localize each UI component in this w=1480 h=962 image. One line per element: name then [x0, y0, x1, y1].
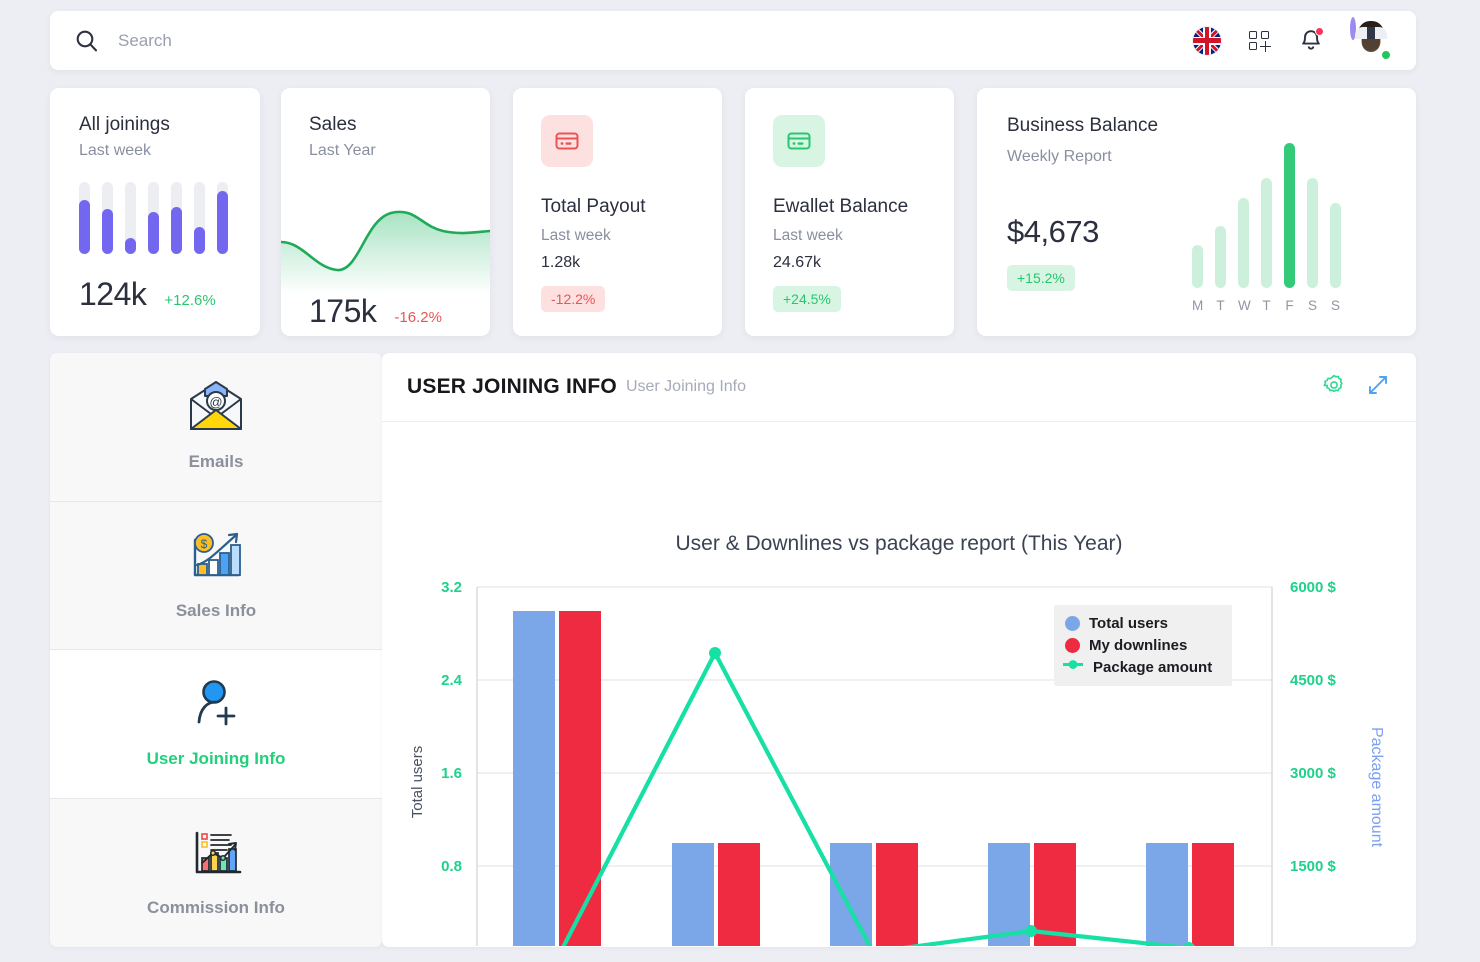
- joinings-bar-chart: [79, 182, 260, 254]
- gear-icon[interactable]: [1323, 374, 1345, 401]
- search-input[interactable]: [118, 31, 1193, 51]
- notification-badge: [1315, 27, 1324, 36]
- svg-text:1500 $: 1500 $: [1290, 858, 1337, 875]
- day-label: S: [1307, 298, 1318, 313]
- card-value: 124k: [79, 276, 146, 313]
- svg-text:Total users: Total users: [409, 746, 426, 819]
- day-label: W: [1238, 298, 1249, 313]
- panel-subtitle: User Joining Info: [626, 378, 746, 396]
- card-subtitle: Last Year: [309, 142, 490, 160]
- user-downlines-package-chart: 3.2 2.4 1.6 0.8 0 6000 $ 4500 $ 3000 $ 1…: [382, 422, 1416, 946]
- sidebar-item-label: User Joining Info: [147, 749, 286, 769]
- card-subtitle: Last week: [541, 227, 722, 245]
- svg-text:6000 $: 6000 $: [1290, 579, 1337, 596]
- svg-text:2.4: 2.4: [441, 672, 463, 689]
- card-all-joinings[interactable]: All joinings Last week 124k +12.6%: [50, 88, 260, 336]
- email-envelope-icon: @: [185, 381, 247, 438]
- sidebar-item-sales-info[interactable]: $ Sales Info: [50, 502, 382, 651]
- chart-area: User & Downlines vs package report (This…: [382, 422, 1416, 946]
- legend-marker-circle: [1065, 638, 1080, 653]
- card-delta: -12.2%: [541, 286, 605, 312]
- day-label: S: [1330, 298, 1341, 313]
- uk-flag-icon[interactable]: [1193, 27, 1221, 55]
- legend-item-total-users[interactable]: Total users: [1063, 612, 1223, 634]
- svg-text:0.8: 0.8: [441, 858, 462, 875]
- stat-cards-row: All joinings Last week 124k +12.6% Sales…: [50, 88, 1416, 336]
- business-weekly-bar-chart: M T W T F S S: [1192, 128, 1382, 313]
- svg-text:1.6: 1.6: [441, 765, 462, 782]
- legend-item-my-downlines[interactable]: My downlines: [1063, 634, 1223, 656]
- card-delta: -16.2%: [394, 309, 442, 326]
- avatar[interactable]: [1350, 20, 1392, 62]
- day-label: M: [1192, 298, 1203, 313]
- card-value: 175k: [309, 293, 376, 330]
- card-business-balance[interactable]: Business Balance Weekly Report $4,673 +1…: [977, 88, 1416, 336]
- svg-text:4500 $: 4500 $: [1290, 672, 1337, 689]
- chart-title: User & Downlines vs package report (This…: [382, 532, 1416, 556]
- svg-text:@: @: [209, 395, 222, 410]
- weekday-labels: M T W T F S S: [1192, 298, 1382, 313]
- panel-header: USER JOINING INFO User Joining Info: [382, 353, 1416, 422]
- card-delta: +15.2%: [1007, 265, 1075, 291]
- svg-text:3000 $: 3000 $: [1290, 765, 1337, 782]
- add-user-icon: [187, 678, 245, 735]
- apps-add-icon[interactable]: [1248, 29, 1272, 53]
- day-label: F: [1284, 298, 1295, 313]
- info-sidebar: @ Emails $: [50, 353, 382, 947]
- day-label: T: [1215, 298, 1226, 313]
- legend-marker-line: [1062, 657, 1084, 677]
- legend-label: Package amount: [1093, 659, 1212, 676]
- sidebar-item-emails[interactable]: @ Emails: [50, 353, 382, 502]
- online-status-dot: [1380, 49, 1392, 61]
- card-title: Sales: [309, 114, 490, 136]
- day-label: T: [1261, 298, 1272, 313]
- svg-text:$: $: [201, 537, 208, 551]
- user-joining-info-panel: USER JOINING INFO User Joining Info: [382, 353, 1416, 947]
- search-icon[interactable]: [74, 28, 100, 54]
- sidebar-item-label: Sales Info: [176, 601, 256, 621]
- card-value: 24.67k: [773, 254, 954, 272]
- card-title: All joinings: [79, 114, 260, 136]
- card-title: Total Payout: [541, 196, 722, 218]
- sales-bar-chart-icon: $: [185, 530, 247, 587]
- card-delta: +24.5%: [773, 286, 841, 312]
- sidebar-item-user-joining-info[interactable]: User Joining Info: [50, 650, 382, 799]
- legend-item-package-amount[interactable]: Package amount: [1063, 656, 1223, 678]
- card-ewallet-balance[interactable]: Ewallet Balance Last week 24.67k +24.5%: [745, 88, 954, 336]
- dashboard-page: All joinings Last week 124k +12.6% Sales…: [0, 0, 1480, 962]
- expand-arrows-icon[interactable]: [1367, 374, 1389, 401]
- card-title: Ewallet Balance: [773, 196, 954, 218]
- svg-text:Package amount: Package amount: [1368, 727, 1385, 848]
- page-title: USER JOINING INFO: [407, 375, 617, 399]
- sidebar-item-label: Emails: [189, 452, 244, 472]
- card-total-payout[interactable]: Total Payout Last week 1.28k -12.2%: [513, 88, 722, 336]
- credit-card-icon: [541, 115, 593, 167]
- sidebar-item-commission-info[interactable]: Commission Info: [50, 799, 382, 948]
- card-delta: +12.6%: [164, 292, 215, 309]
- sidebar-item-label: Commission Info: [147, 898, 285, 918]
- commission-chart-icon: [185, 827, 247, 884]
- card-sales[interactable]: Sales Last Year 175k -16.2%: [281, 88, 490, 336]
- top-bar: [50, 11, 1416, 70]
- credit-card-icon: [773, 115, 825, 167]
- legend-label: My downlines: [1089, 637, 1187, 654]
- card-subtitle: Last week: [79, 142, 260, 160]
- legend-label: Total users: [1089, 615, 1168, 632]
- card-subtitle: Last week: [773, 227, 954, 245]
- card-value: 1.28k: [541, 254, 722, 272]
- svg-text:3.2: 3.2: [441, 579, 462, 596]
- chart-legend[interactable]: Total users My downlines Package amount: [1054, 605, 1232, 686]
- legend-marker-circle: [1065, 616, 1080, 631]
- notification-bell-icon[interactable]: [1299, 28, 1323, 54]
- header-actions: [1193, 20, 1392, 62]
- sales-sparkline: [281, 198, 490, 294]
